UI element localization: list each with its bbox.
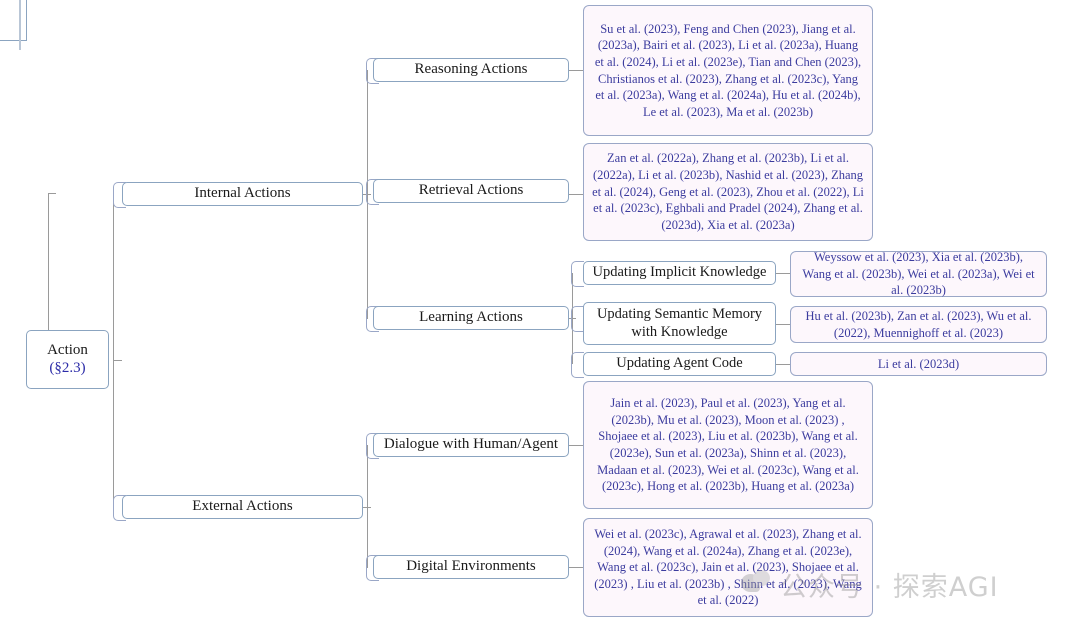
node-retrieval-actions[interactable]: Retrieval Actions bbox=[373, 179, 569, 203]
connector-external-in bbox=[363, 507, 371, 508]
connector-level1-trunk bbox=[113, 194, 114, 507]
node-digital-environments[interactable]: Digital Environments bbox=[373, 555, 569, 579]
node-updating-agent-code[interactable]: Updating Agent Code bbox=[583, 352, 776, 376]
citations-updating-implicit-knowledge: Weyssow et al. (2023), Xia et al. (2023b… bbox=[790, 250, 1047, 298]
node-external-actions-label: External Actions bbox=[192, 498, 293, 515]
node-reasoning-actions[interactable]: Reasoning Actions bbox=[373, 58, 569, 82]
figure-edge-rule bbox=[19, 0, 21, 50]
citations-updating-implicit-knowledge-text: Weyssow et al. (2023), Xia et al. (2023b… bbox=[802, 250, 1035, 298]
citations-updating-agent-code: Li et al. (2023d) bbox=[790, 352, 1047, 376]
node-reasoning-actions-label: Reasoning Actions bbox=[414, 61, 528, 78]
connector-retrieval-out bbox=[569, 194, 583, 195]
citations-dialogue-text: Jain et al. (2023), Paul et al. (2023), … bbox=[597, 396, 859, 494]
node-updating-agent-code-label: Updating Agent Code bbox=[616, 355, 743, 372]
connector-implicit-out bbox=[776, 273, 790, 274]
node-learning-actions[interactable]: Learning Actions bbox=[373, 306, 569, 330]
citations-updating-semantic-memory-text: Hu et al. (2023b), Zan et al. (2023), Wu… bbox=[805, 308, 1032, 340]
connector-root-left-top bbox=[48, 193, 56, 194]
node-external-actions[interactable]: External Actions bbox=[122, 495, 363, 519]
citations-retrieval-actions: Zan et al. (2022a), Zhang et al. (2023b)… bbox=[583, 143, 873, 241]
node-updating-implicit-knowledge-label: Updating Implicit Knowledge bbox=[592, 264, 767, 281]
figure-edge-fragment: Agents in bbox=[0, 0, 27, 41]
citations-reasoning-actions: Su et al. (2023), Feng and Chen (2023), … bbox=[583, 5, 873, 136]
connector-dialogue-out bbox=[569, 445, 583, 446]
citations-dialogue-with-human-agent: Jain et al. (2023), Paul et al. (2023), … bbox=[583, 381, 873, 509]
node-updating-semantic-memory[interactable]: Updating Semantic Memory with Knowledge bbox=[583, 302, 776, 345]
citations-retrieval-actions-text: Zan et al. (2022a), Zhang et al. (2023b)… bbox=[592, 151, 864, 232]
citations-reasoning-actions-text: Su et al. (2023), Feng and Chen (2023), … bbox=[594, 21, 862, 119]
node-retrieval-actions-label: Retrieval Actions bbox=[418, 182, 524, 199]
connector-root-out bbox=[113, 360, 122, 361]
root-title: Action bbox=[47, 341, 88, 358]
connector-reasoning-out bbox=[569, 70, 583, 71]
node-updating-implicit-knowledge[interactable]: Updating Implicit Knowledge bbox=[583, 261, 776, 285]
root-node-action[interactable]: Action (§2.3) bbox=[26, 330, 109, 389]
node-learning-actions-label: Learning Actions bbox=[419, 309, 523, 326]
node-dialogue-with-human-agent[interactable]: Dialogue with Human/Agent bbox=[373, 433, 569, 457]
citations-digital-environments-text: Wei et al. (2023c), Agrawal et al. (2023… bbox=[594, 526, 862, 608]
citations-updating-semantic-memory: Hu et al. (2023b), Zan et al. (2023), Wu… bbox=[790, 306, 1047, 343]
citations-updating-agent-code-text: Li et al. (2023d) bbox=[877, 356, 960, 371]
connector-agentcode-out bbox=[776, 364, 790, 365]
citations-digital-environments: Wei et al. (2023c), Agrawal et al. (2023… bbox=[583, 518, 873, 617]
connector-digital-out bbox=[569, 567, 583, 568]
taxonomy-diagram: Agents in Action (§2.3) Internal Acti bbox=[0, 0, 1080, 635]
node-dialogue-label: Dialogue with Human/Agent bbox=[383, 436, 559, 453]
connector-semantic-out bbox=[776, 324, 790, 325]
node-updating-semantic-memory-label: Updating Semantic Memory with Knowledge bbox=[596, 306, 763, 340]
node-internal-actions[interactable]: Internal Actions bbox=[122, 182, 363, 206]
node-digital-environments-label: Digital Environments bbox=[406, 558, 536, 575]
node-internal-actions-label: Internal Actions bbox=[194, 185, 291, 202]
root-section: (§2.3) bbox=[49, 359, 86, 376]
